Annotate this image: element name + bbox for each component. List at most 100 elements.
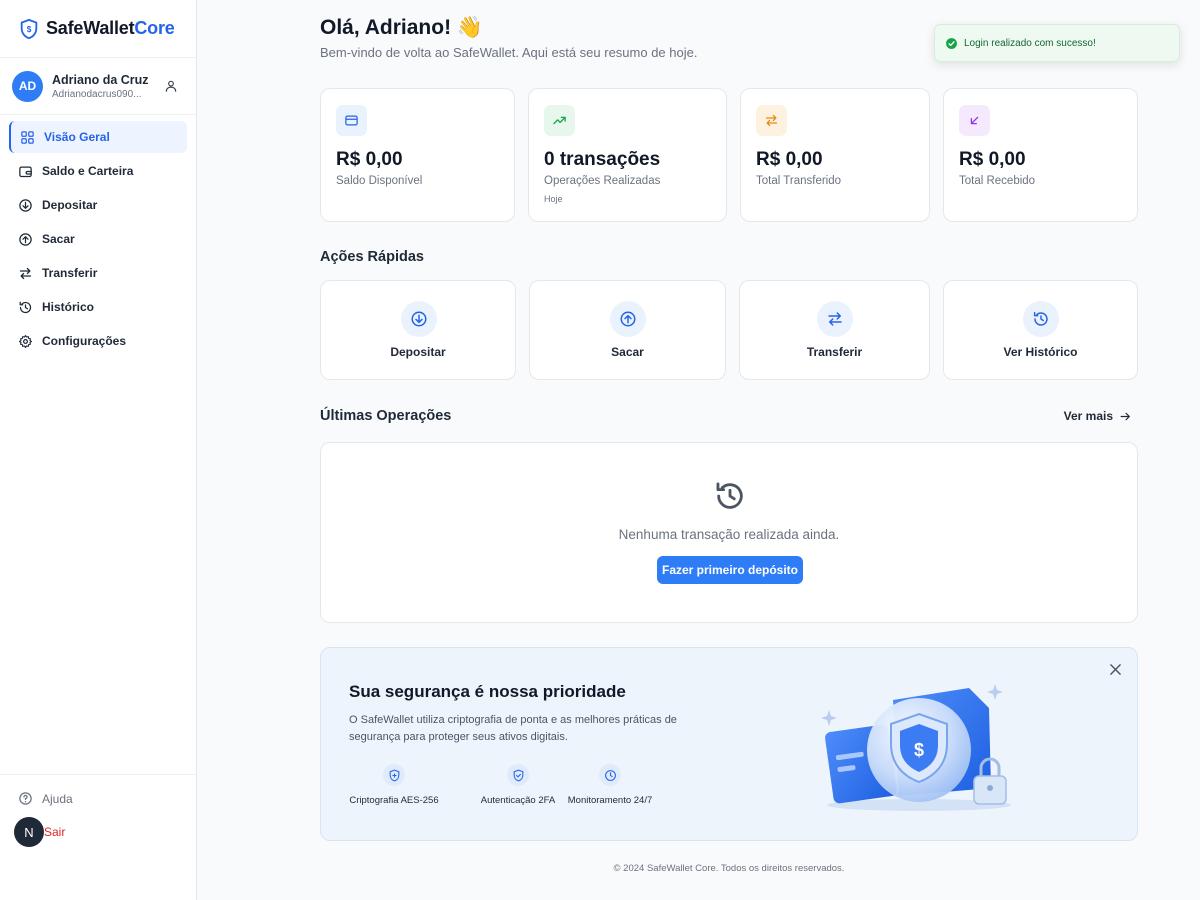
- stat-label: Total Transferido: [756, 175, 842, 187]
- toast-message: Login realizado com sucesso!: [964, 37, 1096, 49]
- sidebar-item-saldo-carteira[interactable]: Saldo e Carteira: [9, 155, 187, 187]
- stat-card-saldo: R$ 0,00 Saldo Disponível: [320, 88, 515, 222]
- success-toast: Login realizado com sucesso!: [934, 24, 1180, 62]
- sidebar-item-label: Depositar: [42, 198, 98, 212]
- arrow-right-icon: [1120, 412, 1130, 420]
- feature-label: Monitoramento 24/7: [567, 795, 653, 806]
- user-info: Adriano da Cruz Adrianodacrus090...: [52, 73, 149, 100]
- user-profile[interactable]: AD Adriano da Cruz Adrianodacrus090...: [0, 58, 196, 115]
- sidebar-item-visao-geral[interactable]: Visão Geral: [9, 121, 187, 153]
- history-icon: [716, 482, 743, 509]
- stat-period: Hoje: [544, 194, 563, 204]
- help-link[interactable]: Ajuda: [18, 791, 73, 806]
- feature-label: Criptografia AES-256: [349, 795, 439, 806]
- footer-copyright: © 2024 SafeWallet Core. Todos os direito…: [613, 863, 845, 874]
- gear-icon: [19, 334, 32, 348]
- brand-name: SafeWalletCore: [46, 18, 175, 39]
- quick-actions-title: Ações Rápidas: [320, 249, 424, 265]
- history-icon: [1033, 311, 1048, 326]
- stat-value: 0 transações: [544, 149, 661, 170]
- sidebar-item-depositar[interactable]: Depositar: [9, 189, 187, 221]
- sidebar-item-label: Transferir: [42, 266, 98, 280]
- brand-name-part2: Core: [134, 18, 175, 38]
- brand-logo[interactable]: $ SafeWalletCore: [0, 0, 196, 58]
- security-banner: Sua segurança é nossa prioridade O SafeW…: [320, 647, 1138, 841]
- brand-name-part1: SafeWallet: [46, 18, 135, 38]
- quick-action-transferir[interactable]: Transferir: [739, 280, 930, 380]
- security-description: O SafeWallet utiliza criptografia de pon…: [349, 714, 677, 743]
- stat-card-transferido: R$ 0,00 Total Transferido: [740, 88, 930, 222]
- arrow-down-left-icon: [970, 116, 979, 125]
- logout-avatar: N: [14, 817, 44, 847]
- feature-icon-box: [383, 764, 405, 786]
- check-circle-icon: [946, 37, 957, 49]
- see-more-label: Ver mais: [1063, 409, 1113, 423]
- quick-action-label: Depositar: [390, 345, 446, 359]
- close-icon[interactable]: [1110, 664, 1121, 675]
- logout-button[interactable]: N Sair: [14, 817, 65, 847]
- stat-label: Saldo Disponível: [336, 175, 423, 187]
- quick-icon-box: [610, 301, 646, 337]
- page-title: Olá, Adriano! 👋: [320, 16, 484, 39]
- sidebar-item-configuracoes[interactable]: Configurações: [9, 325, 187, 357]
- security-illustration: $: [821, 684, 1011, 811]
- sidebar-item-sacar[interactable]: Sacar: [9, 223, 187, 255]
- wallet-icon: [19, 166, 32, 177]
- transfer-icon: [828, 312, 842, 326]
- user-icon[interactable]: [164, 79, 178, 93]
- arrow-down-circle-icon: [411, 311, 427, 327]
- security-title: Sua segurança é nossa prioridade: [349, 682, 626, 701]
- sidebar-item-label: Sacar: [42, 232, 75, 246]
- feature-monitoring: Monitoramento 24/7: [555, 764, 665, 806]
- sidebar-item-label: Configurações: [42, 334, 127, 348]
- shield-plus-icon: [389, 769, 399, 781]
- quick-action-sacar[interactable]: Sacar: [529, 280, 726, 380]
- sidebar-item-historico[interactable]: Histórico: [9, 291, 187, 323]
- trending-up-icon: [553, 116, 566, 125]
- sidebar-footer: Ajuda N Sair: [0, 774, 196, 900]
- clock-icon: [604, 769, 616, 781]
- sidebar-nav: Visão Geral Saldo e Carteira Depositar S…: [0, 115, 196, 357]
- help-label: Ajuda: [42, 791, 73, 806]
- sidebar-item-label: Saldo e Carteira: [42, 164, 134, 178]
- arrow-up-circle-icon: [620, 311, 636, 327]
- feature-icon-box: [599, 764, 621, 786]
- quick-icon-box: [401, 301, 437, 337]
- shield-check-icon: [513, 769, 523, 781]
- page-subtitle: Bem-vindo de volta ao SafeWallet. Aqui e…: [320, 45, 698, 60]
- sidebar-item-label: Histórico: [42, 300, 95, 314]
- see-more-link[interactable]: Ver mais: [1064, 409, 1132, 423]
- quick-action-label: Ver Histórico: [1003, 345, 1078, 359]
- recent-operations-card: Nenhuma transação realizada ainda. Fazer…: [320, 442, 1138, 623]
- feature-icon-box: [507, 764, 529, 786]
- transfer-icon: [19, 267, 32, 279]
- quick-icon-box: [1023, 301, 1059, 337]
- stat-label: Operações Realizadas: [544, 175, 661, 187]
- stat-icon-box: [756, 105, 787, 136]
- stat-icon-box: [544, 105, 575, 136]
- recent-operations-title: Últimas Operações: [320, 408, 452, 424]
- stat-label: Total Recebido: [959, 175, 1036, 187]
- quick-action-label: Sacar: [611, 345, 644, 359]
- stat-icon-box: [959, 105, 990, 136]
- history-icon: [19, 301, 32, 313]
- quick-action-depositar[interactable]: Depositar: [320, 280, 516, 380]
- svg-text:$: $: [27, 25, 32, 34]
- stat-card-transacoes: 0 transações Operações Realizadas Hoje: [528, 88, 727, 222]
- stat-value: R$ 0,00: [959, 149, 1026, 170]
- stat-value: R$ 0,00: [336, 149, 403, 170]
- first-deposit-button[interactable]: Fazer primeiro depósito: [657, 556, 803, 584]
- sidebar-item-transferir[interactable]: Transferir: [9, 257, 187, 289]
- arrow-up-circle-icon: [19, 232, 32, 246]
- feature-aes: Criptografia AES-256: [339, 764, 449, 806]
- logout-label: Sair: [44, 825, 66, 839]
- stat-card-recebido: R$ 0,00 Total Recebido: [943, 88, 1138, 222]
- arrow-down-circle-icon: [19, 198, 32, 212]
- card-icon: [345, 115, 358, 126]
- quick-icon-box: [817, 301, 853, 337]
- quick-action-historico[interactable]: Ver Histórico: [943, 280, 1138, 380]
- empty-state-text: Nenhuma transação realizada ainda.: [618, 527, 840, 542]
- sidebar-item-label: Visão Geral: [44, 130, 110, 144]
- quick-action-label: Transferir: [806, 345, 863, 359]
- stat-value: R$ 0,00: [756, 149, 823, 170]
